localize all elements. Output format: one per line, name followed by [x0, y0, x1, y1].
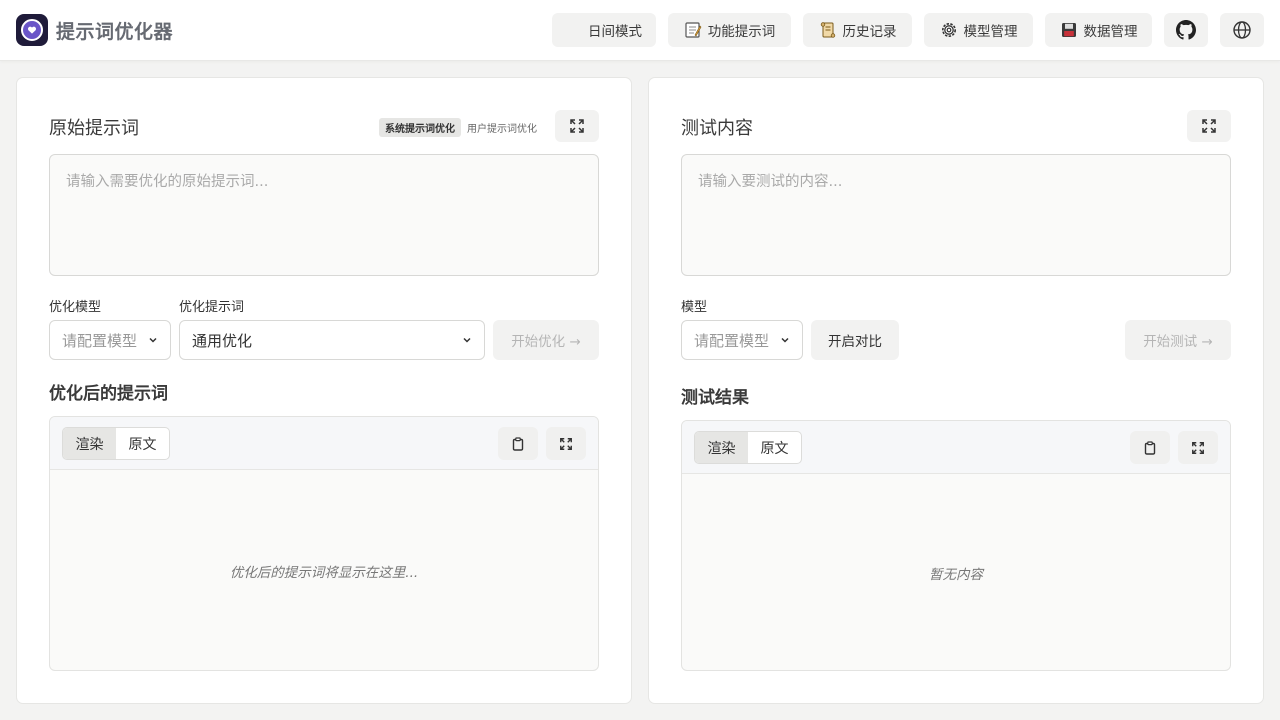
heart-icon [21, 19, 43, 41]
github-icon [1176, 20, 1196, 40]
test-empty-text: 暂无内容 [929, 567, 983, 583]
test-result-area: 渲染 原文 暂无内容 [681, 420, 1231, 671]
github-button[interactable] [1164, 13, 1208, 47]
test-model-value: 请配置模型 [694, 331, 770, 350]
optimize-model-label: 优化模型 [49, 300, 102, 315]
app-title: 提示词优化器 [56, 21, 174, 43]
view-mode-toggle: 渲染 原文 [62, 427, 170, 460]
day-mode-button[interactable]: 日间模式 [552, 13, 656, 47]
render-tab[interactable]: 渲染 [695, 432, 748, 463]
output-toolbar: 渲染 原文 [50, 417, 598, 470]
language-button[interactable] [1220, 13, 1264, 47]
history-label: 历史记录 [842, 24, 897, 40]
fullscreen-output-button[interactable] [546, 427, 586, 460]
chevron-down-icon [463, 337, 471, 343]
chevron-down-icon [149, 337, 157, 343]
test-content-input[interactable] [681, 154, 1231, 276]
raw-tab[interactable]: 原文 [748, 432, 801, 463]
optimize-template-label: 优化提示词 [179, 300, 245, 315]
output-toolbar: 渲染 原文 [682, 421, 1230, 474]
prompt-mode-toggle[interactable]: 系统提示词优化 用户提示词优化 [379, 118, 543, 137]
expand-icon [570, 119, 584, 133]
optimize-model-select[interactable]: 请配置模型 [49, 320, 171, 360]
optimize-template-value: 通用优化 [192, 331, 253, 350]
start-optimize-button[interactable]: 开始优化 → [493, 320, 599, 360]
user-prompt-mode[interactable]: 用户提示词优化 [461, 118, 543, 137]
system-prompt-mode[interactable]: 系统提示词优化 [379, 118, 461, 137]
clipboard-icon [1144, 440, 1156, 455]
enable-compare-button[interactable]: 开启对比 [811, 320, 899, 360]
fullscreen-output-button[interactable] [1178, 431, 1218, 464]
globe-icon [1233, 21, 1251, 39]
data-management-label: 数据管理 [1083, 24, 1138, 40]
original-prompt-title: 原始提示词 [49, 118, 139, 139]
test-model-select[interactable]: 请配置模型 [681, 320, 803, 360]
data-management-button[interactable]: 数据管理 [1045, 13, 1152, 47]
copy-button[interactable] [1130, 431, 1170, 464]
clipboard-icon [512, 436, 524, 451]
scroll-icon [820, 22, 835, 38]
optimize-template-select[interactable]: 通用优化 [179, 320, 485, 360]
render-tab[interactable]: 渲染 [63, 428, 116, 459]
view-mode-toggle: 渲染 原文 [694, 431, 802, 464]
model-management-button[interactable]: 模型管理 [924, 13, 1033, 47]
original-prompt-panel: 原始提示词 系统提示词优化 用户提示词优化 优化模型 优化提示词 请配置模型 通… [16, 77, 632, 704]
function-prompts-button[interactable]: 功能提示词 [668, 13, 791, 47]
optimized-prompt-title: 优化后的提示词 [49, 384, 168, 404]
fullscreen-test-input-button[interactable] [1187, 110, 1231, 142]
app-header: 提示词优化器 日间模式 功能提示词 历史记录 模型管理 数据管理 [0, 0, 1280, 61]
moon-icon [568, 24, 577, 36]
expand-icon [1202, 119, 1216, 133]
copy-button[interactable] [498, 427, 538, 460]
history-button[interactable]: 历史记录 [803, 13, 912, 47]
test-model-label: 模型 [681, 300, 708, 315]
test-result-title: 测试结果 [681, 388, 749, 408]
original-prompt-input[interactable] [49, 154, 599, 276]
gear-icon [941, 23, 956, 37]
floppy-disk-icon [1061, 23, 1076, 37]
app-logo [16, 14, 48, 46]
test-content-title: 测试内容 [681, 118, 753, 139]
optimized-empty-text: 优化后的提示词将显示在这里... [229, 565, 419, 581]
raw-tab[interactable]: 原文 [116, 428, 169, 459]
optimized-output-area: 渲染 原文 优化后的提示词将显示在这里... [49, 416, 599, 671]
optimize-model-value: 请配置模型 [62, 331, 138, 350]
chevron-down-icon [781, 337, 789, 343]
test-panel: 测试内容 模型 请配置模型 开启对比 开始测试 → 测试结果 渲染 原文 暂无内… [648, 77, 1264, 704]
function-prompts-label: 功能提示词 [707, 24, 776, 40]
expand-icon [560, 437, 572, 450]
day-mode-label: 日间模式 [588, 24, 642, 40]
fullscreen-input-button[interactable] [555, 110, 599, 142]
start-test-button[interactable]: 开始测试 → [1125, 320, 1231, 360]
model-management-label: 模型管理 [963, 24, 1018, 40]
expand-icon [1192, 441, 1204, 454]
memo-icon [685, 22, 702, 38]
